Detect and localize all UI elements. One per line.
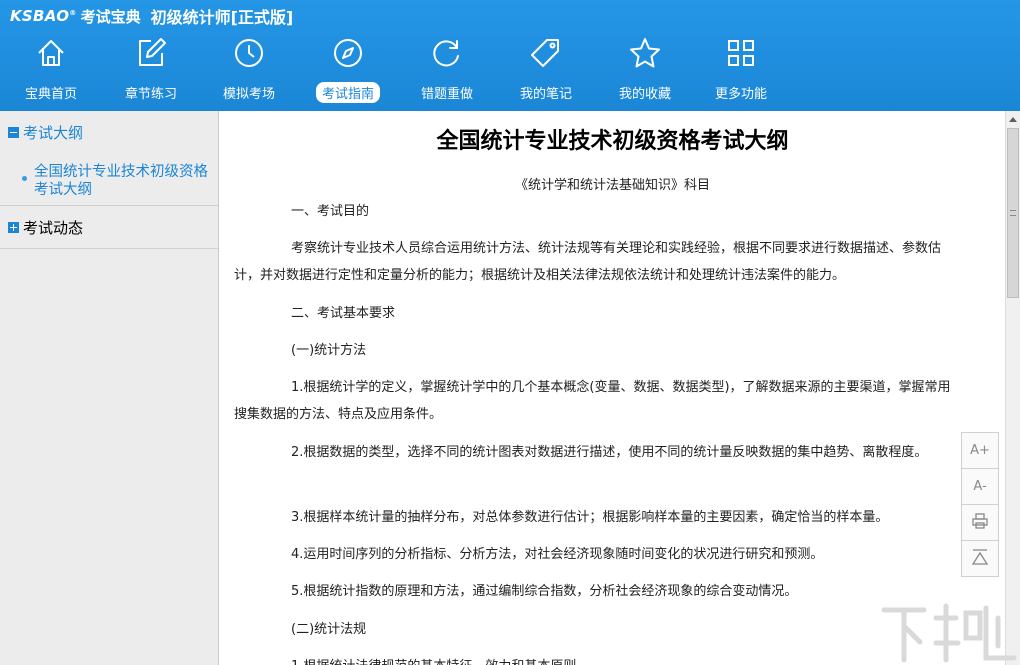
brand: KSBAO® 考试宝典 初级统计师[正式版] — [10, 4, 293, 28]
watermark-logo — [876, 598, 1020, 665]
nav-item-chapter-practice[interactable]: 章节练习 — [102, 32, 200, 108]
paragraph: 3.根据样本统计量的抽样分布，对总体参数进行估计；根据影响样本量的主要因素，确定… — [291, 510, 889, 525]
brand-logo: KSBAO® — [10, 7, 77, 25]
document-title: 全国统计专业技术初级资格考试大纲 — [436, 129, 789, 154]
back-to-top-button[interactable] — [961, 540, 999, 577]
print-button[interactable] — [961, 504, 999, 541]
paragraph: 4.运用时间序列的分析指标、分析方法，对社会经济现象随时间变化的状况进行研究和预… — [291, 547, 824, 562]
sidebar-group-label: 考试动态 — [23, 218, 84, 237]
nav-item-exam-guide[interactable]: 考试指南 — [299, 32, 397, 108]
compass-icon — [331, 36, 365, 70]
nav-item-my-notes[interactable]: 我的笔记 — [497, 32, 595, 108]
sidebar-group-news: 考试动态 — [0, 206, 218, 249]
app-title: 初级统计师[正式版] — [150, 8, 294, 27]
nav-item-wrong-redo[interactable]: 错题重做 — [398, 32, 496, 108]
paragraph: 考察统计专业技术人员综合运用统计方法、统计法规等有关理论和实践经验，根据不同要求… — [234, 241, 942, 283]
nav-label: 模拟考场 — [222, 87, 276, 102]
vertical-scrollbar[interactable] — [1005, 111, 1020, 665]
paragraph: 2.根据数据的类型，选择不同的统计图表对数据进行描述，使用不同的统计量反映数据的… — [291, 445, 928, 460]
nav-item-more[interactable]: 更多功能 — [692, 32, 790, 108]
tag-icon — [529, 36, 563, 70]
paragraph: 1.根据统计法律规范的基本特征、效力和基本原则 — [234, 653, 954, 665]
nav-label: 章节练习 — [124, 87, 178, 102]
sidebar-group-syllabus: 考试大纲 全国统计专业技术初级资格考试大纲 — [0, 111, 218, 206]
nav-item-my-favorites[interactable]: 我的收藏 — [596, 32, 694, 108]
home-icon — [34, 36, 68, 70]
nav-label: 我的收藏 — [618, 87, 672, 102]
back-to-top-icon — [971, 548, 989, 570]
sidebar: 考试大纲 全国统计专业技术初级资格考试大纲 考试动态 — [0, 111, 219, 665]
nav-label: 错题重做 — [420, 87, 474, 102]
document-view: 全国统计专业技术初级资格考试大纲 《统计学和统计法基础知识》科目 一、考试目的 … — [220, 111, 1005, 665]
nav-item-mock-exam[interactable]: 模拟考场 — [200, 32, 298, 108]
document-subtitle: 《统计学和统计法基础知识》科目 — [514, 178, 710, 193]
paragraph: 1.根据统计学的定义，掌握统计学中的几个基本概念(变量、数据、数据类型)，了解数… — [234, 380, 951, 422]
floating-toolbar: A+ A- — [961, 432, 999, 577]
brand-name: 考试宝典 — [80, 7, 141, 26]
nav-label: 考试指南 — [315, 82, 381, 103]
scroll-up-icon[interactable] — [1006, 111, 1020, 127]
main-nav: 宝典首页 章节练习 模拟考场 考试指南 错题重做 我的笔记 我的收藏 更多功能 — [0, 32, 800, 108]
refresh-icon — [430, 36, 464, 70]
app-header: KSBAO® 考试宝典 初级统计师[正式版] 宝典首页 章节练习 模拟考场 考试… — [0, 0, 1020, 111]
sidebar-group-header[interactable]: 考试大纲 — [0, 111, 218, 153]
nav-label: 宝典首页 — [24, 87, 78, 102]
section-heading: 一、考试目的 — [291, 204, 370, 219]
clock-icon — [232, 36, 266, 70]
font-increase-button[interactable]: A+ — [961, 432, 999, 469]
nav-label: 我的笔记 — [519, 87, 573, 102]
sub-heading: (二)统计法规 — [291, 622, 367, 637]
section-heading: 二、考试基本要求 — [291, 306, 396, 321]
collapse-icon[interactable] — [8, 126, 19, 138]
star-icon — [628, 36, 662, 70]
nav-item-home[interactable]: 宝典首页 — [2, 32, 100, 108]
sidebar-item-label: 全国统计专业技术初级资格考试大纲 — [34, 164, 208, 198]
sidebar-group-header[interactable]: 考试动态 — [0, 206, 218, 248]
printer-icon — [971, 512, 989, 534]
edit-icon — [134, 36, 168, 70]
grid-icon — [724, 36, 758, 70]
expand-icon[interactable] — [8, 221, 19, 233]
nav-label: 更多功能 — [714, 87, 768, 102]
bullet-icon — [22, 176, 27, 181]
sidebar-item-syllabus-doc[interactable]: 全国统计专业技术初级资格考试大纲 — [0, 153, 218, 205]
sidebar-group-label: 考试大纲 — [23, 123, 84, 142]
font-decrease-button[interactable]: A- — [961, 468, 999, 505]
sub-heading: (一)统计方法 — [291, 343, 367, 358]
grip-icon — [1010, 210, 1016, 216]
scrollbar-thumb[interactable] — [1007, 128, 1019, 298]
paragraph: 5.根据统计指数的原理和方法，通过编制综合指数，分析社会经济现象的综合变动情况。 — [291, 584, 798, 599]
